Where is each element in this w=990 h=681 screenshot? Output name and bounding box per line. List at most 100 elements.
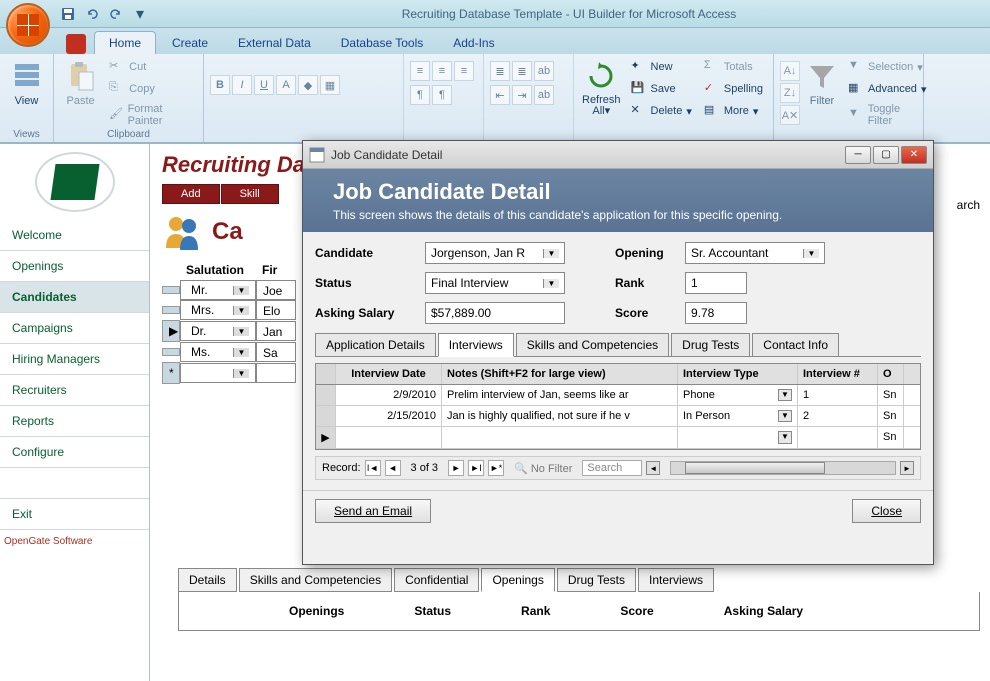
add-button[interactable]: Add bbox=[162, 184, 220, 204]
row-selector[interactable] bbox=[316, 406, 336, 426]
ltr-button[interactable]: ¶ bbox=[432, 85, 452, 105]
sidebar-exit[interactable]: Exit bbox=[0, 498, 149, 530]
refresh-all-button[interactable]: RefreshAll▾ bbox=[580, 57, 623, 139]
salutation-dropdown[interactable]: Mr.▼ bbox=[180, 280, 256, 300]
office-button[interactable] bbox=[6, 3, 50, 47]
opening-dropdown[interactable]: Sr. Accountant▼ bbox=[685, 242, 825, 264]
sort-asc-button[interactable]: A↓ bbox=[780, 61, 800, 81]
sidebar-item-campaigns[interactable]: Campaigns bbox=[0, 313, 149, 344]
cell-type[interactable]: Phone▼ bbox=[678, 385, 798, 405]
cell-num[interactable] bbox=[798, 427, 878, 448]
qat-dropdown-icon[interactable]: ▾ bbox=[132, 6, 148, 22]
advanced-button[interactable]: ▦Advanced ▾ bbox=[844, 79, 930, 99]
firstname-input[interactable]: Joe bbox=[256, 280, 296, 300]
ribbon-tab-add-ins[interactable]: Add-Ins bbox=[439, 32, 508, 54]
font-color-button[interactable]: A bbox=[276, 75, 296, 95]
redo-icon[interactable] bbox=[108, 6, 124, 22]
sidebar-item-candidates[interactable]: Candidates bbox=[0, 282, 149, 313]
cell-notes[interactable]: Prelim interview of Jan, seems like ar bbox=[442, 385, 678, 405]
candidate-dropdown[interactable]: Jorgenson, Jan R▼ bbox=[425, 242, 565, 264]
list-button[interactable]: ≣ bbox=[490, 61, 510, 81]
tab-contact-info[interactable]: Contact Info bbox=[752, 333, 839, 357]
asking-salary-input[interactable]: $57,889.00 bbox=[425, 302, 565, 324]
row-selector[interactable] bbox=[162, 348, 180, 356]
increase-indent-button[interactable]: ⇥ bbox=[512, 85, 532, 105]
text-format-button[interactable]: ab bbox=[534, 61, 554, 81]
sidebar-item-reports[interactable]: Reports bbox=[0, 406, 149, 437]
fill-color-button[interactable]: ◆ bbox=[298, 75, 318, 95]
numbered-list-button[interactable]: ≣ bbox=[512, 61, 532, 81]
close-window-button[interactable]: ✕ bbox=[901, 146, 927, 164]
next-record-button[interactable]: ► bbox=[448, 460, 464, 476]
save-icon[interactable] bbox=[60, 6, 76, 22]
row-selector[interactable] bbox=[162, 306, 180, 314]
interview-row-new[interactable]: ▶ ▼ Sn bbox=[316, 427, 920, 449]
filter-button[interactable]: Filter bbox=[804, 57, 840, 139]
align-center-button[interactable]: ≡ bbox=[432, 61, 452, 81]
row-selector[interactable] bbox=[316, 385, 336, 405]
scroll-thumb[interactable] bbox=[685, 462, 825, 474]
cell-notes[interactable] bbox=[442, 427, 678, 448]
prev-record-button[interactable]: ◄ bbox=[385, 460, 401, 476]
view-button[interactable]: View bbox=[6, 57, 47, 110]
rtl-button[interactable]: ¶ bbox=[410, 85, 430, 105]
detail-tab-interviews[interactable]: Interviews bbox=[638, 568, 714, 592]
cell-num[interactable]: 2 bbox=[798, 406, 878, 426]
access-icon[interactable] bbox=[66, 34, 86, 54]
cell-outcome[interactable]: Sn bbox=[878, 385, 904, 405]
scroll-right-button[interactable]: ► bbox=[900, 461, 914, 475]
tab-application-details[interactable]: Application Details bbox=[315, 333, 436, 357]
maximize-button[interactable]: ▢ bbox=[873, 146, 899, 164]
salutation-dropdown[interactable]: Dr.▼ bbox=[180, 321, 256, 341]
sidebar-item-welcome[interactable]: Welcome bbox=[0, 220, 149, 251]
skill-button[interactable]: Skill bbox=[221, 184, 279, 204]
row-selector-new[interactable]: * bbox=[162, 362, 180, 384]
delete-button[interactable]: ✕Delete ▾ bbox=[627, 101, 696, 121]
highlight-button[interactable]: ab bbox=[534, 85, 554, 105]
salutation-dropdown[interactable]: Mrs.▼ bbox=[180, 300, 256, 320]
cell-type[interactable]: In Person▼ bbox=[678, 406, 798, 426]
rank-input[interactable]: 1 bbox=[685, 272, 747, 294]
firstname-input[interactable] bbox=[256, 363, 296, 383]
selection-button[interactable]: ▼Selection ▾ bbox=[844, 57, 930, 77]
cell-notes[interactable]: Jan is highly qualified, not sure if he … bbox=[442, 406, 678, 426]
cell-type[interactable]: ▼ bbox=[678, 427, 798, 448]
cell-date[interactable]: 2/9/2010 bbox=[336, 385, 442, 405]
last-record-button[interactable]: ►I bbox=[468, 460, 484, 476]
firstname-input[interactable]: Sa bbox=[256, 342, 296, 362]
sidebar-item-openings[interactable]: Openings bbox=[0, 251, 149, 282]
new-button[interactable]: ✦New bbox=[627, 57, 696, 77]
ribbon-tab-create[interactable]: Create bbox=[158, 32, 222, 54]
cell-outcome[interactable]: Sn bbox=[878, 427, 904, 448]
modal-titlebar[interactable]: Job Candidate Detail ─ ▢ ✕ bbox=[303, 141, 933, 169]
format-painter-button[interactable]: 🖌Format Painter bbox=[105, 101, 197, 129]
paste-button[interactable]: Paste bbox=[60, 57, 101, 139]
cut-button[interactable]: ✂Cut bbox=[105, 57, 197, 77]
align-right-button[interactable]: ≡ bbox=[454, 61, 474, 81]
sidebar-item-configure[interactable]: Configure bbox=[0, 437, 149, 468]
sidebar-item-hiring-managers[interactable]: Hiring Managers bbox=[0, 344, 149, 375]
totals-button[interactable]: ΣTotals bbox=[700, 57, 767, 77]
record-search-input[interactable]: Search bbox=[582, 460, 642, 476]
firstname-input[interactable]: Elo bbox=[256, 300, 296, 320]
cell-date[interactable] bbox=[336, 427, 442, 448]
scroll-left-button[interactable]: ◄ bbox=[646, 461, 660, 475]
save-record-button[interactable]: 💾Save bbox=[627, 79, 696, 99]
clear-sort-button[interactable]: A✕ bbox=[780, 105, 800, 125]
cell-date[interactable]: 2/15/2010 bbox=[336, 406, 442, 426]
detail-tab-skills[interactable]: Skills and Competencies bbox=[239, 568, 392, 592]
detail-tab-openings[interactable]: Openings bbox=[481, 568, 554, 592]
detail-tab-confidential[interactable]: Confidential bbox=[394, 568, 479, 592]
score-input[interactable]: 9.78 bbox=[685, 302, 747, 324]
spelling-button[interactable]: ✓Spelling bbox=[700, 79, 767, 99]
ribbon-tab-external-data[interactable]: External Data bbox=[224, 32, 325, 54]
row-selector-current[interactable]: ▶ bbox=[162, 320, 180, 342]
decrease-indent-button[interactable]: ⇤ bbox=[490, 85, 510, 105]
ribbon-tab-home[interactable]: Home bbox=[94, 31, 156, 54]
close-button[interactable]: Close bbox=[852, 499, 921, 523]
gridlines-button[interactable]: ▦ bbox=[320, 75, 340, 95]
underline-button[interactable]: U bbox=[254, 75, 274, 95]
undo-icon[interactable] bbox=[84, 6, 100, 22]
firstname-input[interactable]: Jan bbox=[256, 321, 296, 341]
detail-tab-drug-tests[interactable]: Drug Tests bbox=[557, 568, 636, 592]
